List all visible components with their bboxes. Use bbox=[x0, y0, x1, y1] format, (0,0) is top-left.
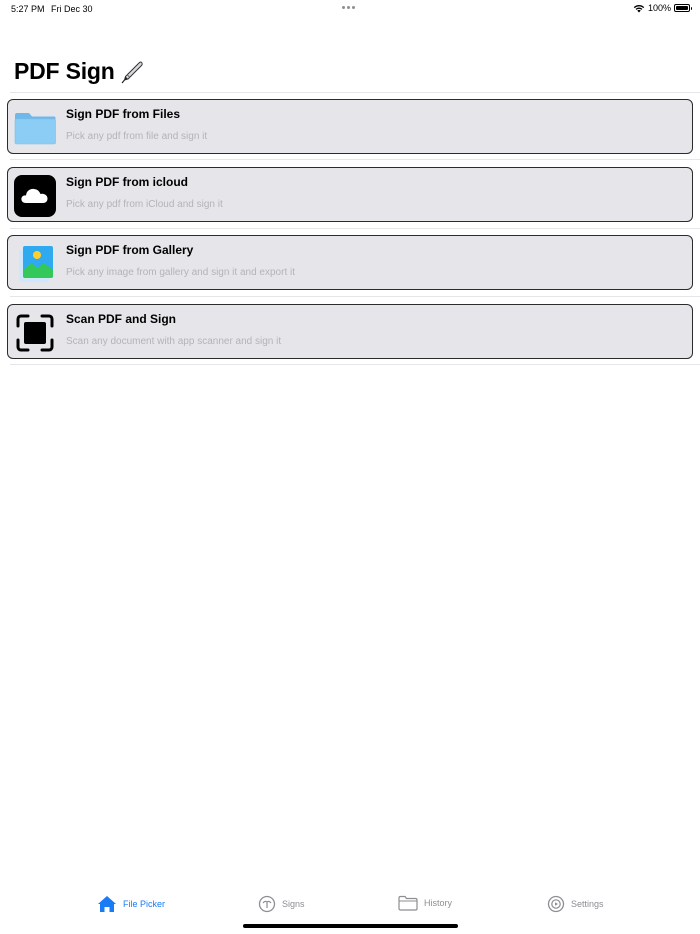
tab-bar: File Picker Signs History Settings bbox=[0, 895, 700, 921]
tab-label: History bbox=[424, 898, 453, 908]
tab-label: Settings bbox=[571, 899, 604, 909]
status-right: 100% bbox=[633, 3, 692, 13]
cloud-icon bbox=[14, 175, 56, 217]
row-title: Sign PDF from Files bbox=[66, 107, 181, 121]
row-title: Sign PDF from icloud bbox=[66, 175, 188, 189]
title-row: PDF Sign bbox=[14, 58, 145, 85]
sign-from-icloud-row[interactable]: Sign PDF from icloud Pick any pdf from i… bbox=[7, 167, 693, 222]
scanner-icon bbox=[16, 314, 54, 352]
separator bbox=[10, 296, 700, 297]
gallery-icon bbox=[19, 246, 53, 282]
separator bbox=[10, 92, 700, 93]
tab-history[interactable]: History bbox=[398, 895, 452, 911]
tab-label: Signs bbox=[282, 899, 305, 909]
scan-and-sign-row[interactable]: Scan PDF and Sign Scan any document with… bbox=[7, 304, 693, 359]
home-indicator[interactable] bbox=[243, 924, 458, 928]
gear-icon bbox=[547, 895, 565, 913]
battery-percent: 100% bbox=[647, 3, 671, 13]
page-title: PDF Sign bbox=[14, 58, 115, 84]
pen-nib-icon bbox=[121, 60, 143, 83]
separator bbox=[10, 159, 700, 160]
tab-signs[interactable]: Signs bbox=[258, 895, 305, 913]
status-bar: 5:27 PM Fri Dec 30 100% bbox=[0, 0, 700, 18]
signature-icon bbox=[258, 895, 276, 913]
separator bbox=[10, 228, 700, 229]
sign-from-files-row[interactable]: Sign PDF from Files Pick any pdf from fi… bbox=[7, 99, 693, 154]
sign-from-gallery-row[interactable]: Sign PDF from Gallery Pick any image fro… bbox=[7, 235, 693, 290]
separator bbox=[10, 364, 700, 365]
folder-outline-icon bbox=[398, 895, 418, 911]
tab-file-picker[interactable]: File Picker bbox=[97, 895, 165, 913]
row-subtitle: Pick any image from gallery and sign it … bbox=[66, 267, 295, 278]
app-screen: 5:27 PM Fri Dec 30 100% PDF Sign Sign PD… bbox=[0, 0, 700, 934]
status-time: 5:27 PM bbox=[11, 4, 45, 14]
multitasking-dots-icon[interactable] bbox=[342, 6, 355, 9]
row-title: Sign PDF from Gallery bbox=[66, 243, 194, 257]
row-subtitle: Scan any document with app scanner and s… bbox=[66, 336, 282, 347]
tab-settings[interactable]: Settings bbox=[547, 895, 604, 913]
wifi-icon bbox=[633, 4, 645, 12]
battery-icon bbox=[674, 4, 692, 12]
status-date: Fri Dec 30 bbox=[51, 4, 93, 14]
folder-icon bbox=[14, 113, 56, 145]
tab-label: File Picker bbox=[123, 899, 166, 909]
row-subtitle: Pick any pdf from iCloud and sign it bbox=[66, 199, 223, 210]
house-icon bbox=[98, 896, 116, 912]
row-title: Scan PDF and Sign bbox=[66, 312, 177, 326]
row-subtitle: Pick any pdf from file and sign it bbox=[66, 131, 208, 142]
